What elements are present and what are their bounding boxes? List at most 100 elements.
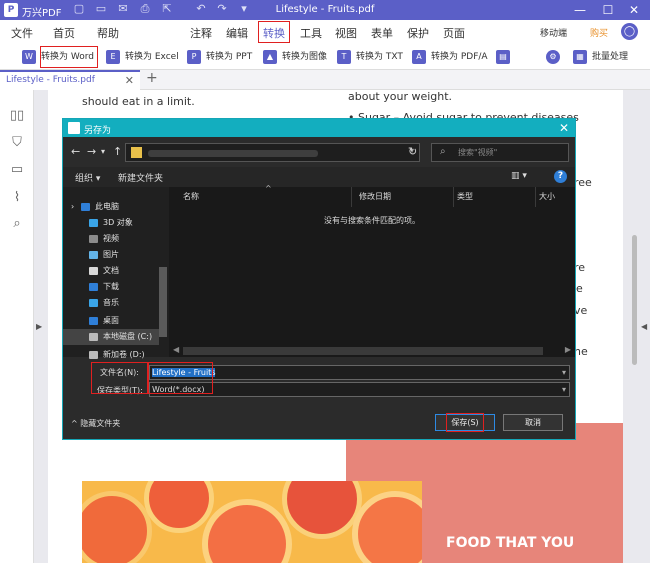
new-folder-button[interactable]: 新建文件夹 [118, 171, 163, 184]
file-pane-hscrollbar[interactable] [183, 347, 543, 355]
thumbnails-icon[interactable]: ▯▯ [9, 108, 25, 124]
sort-indicator-icon: ^ [265, 184, 272, 193]
nav-item-label: 文档 [103, 266, 119, 275]
window-title: Lifestyle - Fruits.pdf [275, 4, 375, 15]
up-arrow-icon[interactable]: ↑ [113, 145, 122, 158]
fruit-image [82, 481, 422, 563]
doc-fragment-3: e [576, 282, 583, 295]
dialog-title: 另存为 [84, 126, 112, 136]
menu-file[interactable]: 文件 [11, 25, 33, 41]
to-image-button[interactable]: ▲ 转换为图像 [263, 49, 327, 65]
help-icon[interactable]: ? [554, 170, 567, 183]
nav-item-label: 本地磁盘 (C:) [103, 332, 153, 341]
batch-icon: ▦ [573, 49, 587, 64]
to-txt-button[interactable]: T 转换为 TXT [337, 49, 403, 65]
title-bar: P 万兴PDF ▢ ▭ ✉ ⎙ ⇱ ↶ ↷ ▾ Lifestyle - Frui… [0, 0, 650, 20]
maximize-icon[interactable]: ☐ [600, 2, 616, 18]
menu-tools[interactable]: 工具 [300, 25, 322, 41]
buy-button[interactable]: 购买 [590, 26, 608, 39]
nav-item[interactable]: 新加卷 (D:) [63, 347, 159, 363]
menu-edit[interactable]: 编辑 [226, 25, 248, 41]
excel-icon: E [106, 49, 120, 64]
dialog-close-icon[interactable]: ✕ [559, 121, 569, 135]
to-pdfa-button[interactable]: A 转换为 PDF/A [412, 49, 488, 65]
pdfa-icon: A [412, 49, 426, 64]
menu-comment[interactable]: 注释 [190, 25, 212, 41]
nav-item[interactable]: 视频 [63, 231, 159, 247]
user-avatar-icon[interactable]: ◯ [621, 23, 638, 40]
nav-item-icon [89, 317, 98, 325]
bookmark-icon[interactable]: ⛉ [9, 135, 25, 151]
tab-bar: Lifestyle - Fruits.pdf ✕ + [0, 70, 650, 90]
dialog-file-pane: ^ 名称 修改日期 类型 大小 没有与搜索条件匹配的项。 ◀ ▶ [169, 184, 575, 357]
menu-form[interactable]: 表单 [371, 25, 393, 41]
close-icon[interactable]: ✕ [626, 2, 642, 18]
cancel-button[interactable]: 取消 [503, 414, 563, 431]
nav-item[interactable]: 音乐 [63, 295, 159, 311]
menu-help[interactable]: 帮助 [97, 25, 119, 41]
column-name[interactable]: 名称 [183, 187, 199, 207]
scroll-right-icon[interactable]: ▶ [565, 345, 571, 354]
nav-item[interactable]: 桌面 [63, 313, 159, 329]
tab-close-icon[interactable]: ✕ [125, 74, 134, 87]
menu-home[interactable]: 首页 [53, 25, 75, 41]
nav-item-label: 下载 [103, 282, 119, 291]
menu-protect[interactable]: 保护 [407, 25, 429, 41]
nav-item[interactable]: 文档 [63, 263, 159, 279]
dialog-nav-pane: 此电脑 › 3D 对象 视频 图片 文档 下载 音乐 桌面 本地磁盘 (C:) 新加卷 (D:) [63, 187, 169, 359]
search-input[interactable]: ⌕ 搜索"视频" [431, 143, 569, 162]
nav-item[interactable]: 此电脑 › [63, 199, 159, 215]
batch-button[interactable]: ▦ 批量处理 [573, 49, 628, 65]
view-options-icon[interactable]: ▥ ▾ [511, 171, 527, 181]
menu-page[interactable]: 页面 [443, 25, 465, 41]
dialog-button-row: ^ 隐藏文件夹 保存(S) 取消 [63, 407, 575, 439]
nav-item-icon [89, 333, 98, 341]
column-type[interactable]: 类型 [457, 187, 473, 207]
filename-dropdown-icon[interactable]: ▾ [562, 366, 566, 379]
settings-button[interactable]: ⚙ [546, 49, 565, 65]
nav-pane-scrollbar[interactable] [159, 267, 167, 337]
search-icon[interactable]: ⌕ [9, 216, 25, 232]
to-ppt-button[interactable]: P 转换为 PPT [187, 49, 252, 65]
attachment-icon[interactable]: ⌇ [9, 190, 25, 206]
nav-item-icon [89, 219, 98, 227]
minimize-icon[interactable]: — [572, 2, 588, 18]
nav-item-icon [89, 251, 98, 259]
history-chevron-icon[interactable]: ▾ [101, 147, 105, 156]
organize-button[interactable]: 组织 ▾ [75, 171, 100, 184]
menu-view[interactable]: 视图 [335, 25, 357, 41]
tab-document[interactable]: Lifestyle - Fruits.pdf ✕ [0, 70, 140, 90]
page-scrollbar[interactable] [632, 235, 637, 365]
nav-item-label: 图片 [103, 250, 119, 259]
dialog-command-bar: 组织 ▾ 新建文件夹 ▥ ▾ ? [63, 167, 575, 187]
to-excel-button[interactable]: E 转换为 Excel [106, 49, 179, 65]
nav-item-label: 3D 对象 [103, 218, 133, 227]
nav-item-label: 视频 [103, 234, 119, 243]
refresh-icon[interactable]: ↻ [408, 145, 417, 158]
column-size[interactable]: 大小 [539, 187, 555, 207]
labels-highlight [91, 362, 149, 394]
nav-item-icon [89, 283, 98, 291]
comment-icon[interactable]: ▭ [9, 162, 25, 178]
hide-folders-toggle[interactable]: ^ 隐藏文件夹 [71, 418, 120, 429]
doc-fragment-1: ree [574, 176, 592, 189]
forward-arrow-icon[interactable]: → [87, 145, 96, 158]
folder-icon [131, 147, 142, 158]
nav-item[interactable]: 本地磁盘 (C:) [63, 329, 159, 345]
filetype-dropdown-icon[interactable]: ▾ [562, 383, 566, 396]
expand-chevron-icon[interactable]: › [71, 199, 74, 215]
collapse-right-icon[interactable]: ◀ [641, 322, 647, 331]
nav-item[interactable]: 下载 [63, 279, 159, 295]
address-bar[interactable]: ▾ [125, 143, 420, 162]
mobile-button[interactable]: 移动端 [540, 26, 567, 39]
scroll-left-icon[interactable]: ◀ [173, 345, 179, 354]
back-arrow-icon[interactable]: ← [71, 145, 80, 158]
nav-item[interactable]: 图片 [63, 247, 159, 263]
left-sidebar: ▯▯ ⛉ ▭ ⌇ ⌕ [0, 90, 34, 563]
new-tab-icon[interactable]: + [146, 70, 158, 86]
more-convert-button[interactable]: ▤ [496, 49, 515, 65]
collapse-left-icon[interactable]: ▶ [36, 322, 42, 331]
nav-item[interactable]: 3D 对象 [63, 215, 159, 231]
column-modified[interactable]: 修改日期 [359, 187, 391, 207]
dialog-app-icon [68, 122, 80, 134]
